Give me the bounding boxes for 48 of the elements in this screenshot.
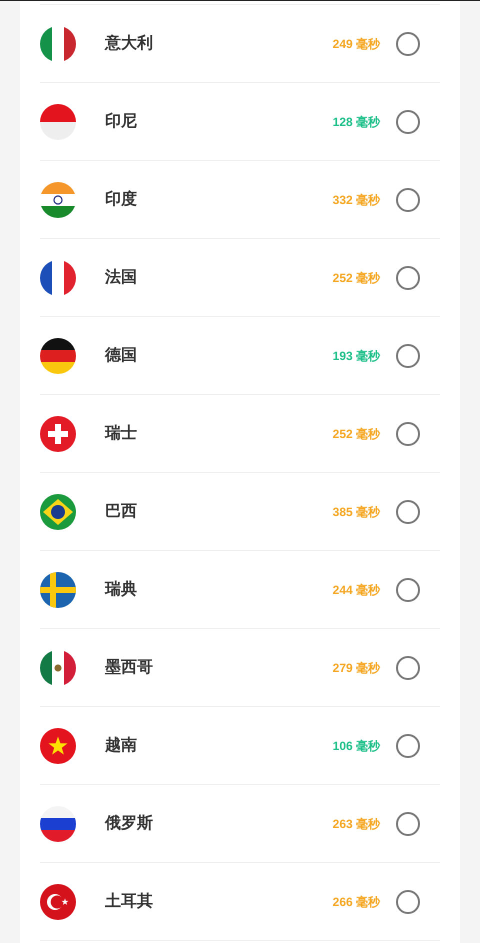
latency-text: 193 毫秒: [332, 348, 380, 364]
latency-text: 252 毫秒: [332, 426, 380, 442]
latency-text: 279 毫秒: [332, 660, 380, 676]
latency-text: 385 毫秒: [332, 504, 380, 520]
flag-icon: [40, 182, 76, 218]
flag-icon: [40, 104, 76, 140]
country-name: 墨西哥: [105, 658, 153, 678]
flag-icon: [40, 26, 76, 62]
latency-text: 128 毫秒: [332, 114, 380, 130]
flag-icon: [40, 884, 76, 920]
country-name: 土耳其: [105, 892, 153, 912]
radio-button[interactable]: [396, 500, 420, 524]
radio-button[interactable]: [396, 890, 420, 914]
flag-icon: [40, 416, 76, 452]
flag-icon: [40, 338, 76, 374]
flag-icon: [40, 806, 76, 842]
latency-text: 252 毫秒: [332, 270, 380, 286]
latency-text: 106 毫秒: [332, 738, 380, 754]
country-name: 俄罗斯: [105, 814, 153, 834]
country-name: 瑞士: [105, 424, 137, 444]
radio-button[interactable]: [396, 344, 420, 368]
country-name: 瑞典: [105, 580, 137, 600]
flag-icon: [40, 572, 76, 608]
country-name: 印度: [105, 189, 137, 210]
flag-icon: [40, 494, 76, 530]
country-name: 法国: [105, 268, 137, 288]
radio-button[interactable]: [396, 734, 420, 758]
latency-text: 266 毫秒: [332, 894, 380, 910]
latency-text: 249 毫秒: [332, 36, 380, 52]
radio-button[interactable]: [396, 32, 420, 56]
country-name: 越南: [105, 736, 137, 756]
country-name: 巴西: [105, 502, 137, 522]
radio-button[interactable]: [396, 266, 420, 290]
country-name: 印尼: [105, 112, 137, 132]
latency-text: 244 毫秒: [332, 582, 380, 598]
country-name: 意大利: [105, 33, 153, 54]
latency-text: 263 毫秒: [332, 816, 380, 832]
country-name: 德国: [105, 346, 137, 366]
radio-button[interactable]: [396, 578, 420, 602]
flag-icon: [40, 728, 76, 764]
radio-button[interactable]: [396, 110, 420, 134]
latency-text: 332 毫秒: [332, 192, 380, 208]
radio-button[interactable]: [396, 812, 420, 836]
flag-icon: [40, 650, 76, 686]
radio-button[interactable]: [396, 188, 420, 212]
radio-button[interactable]: [396, 656, 420, 680]
radio-button[interactable]: [396, 422, 420, 446]
flag-icon: [40, 260, 76, 296]
